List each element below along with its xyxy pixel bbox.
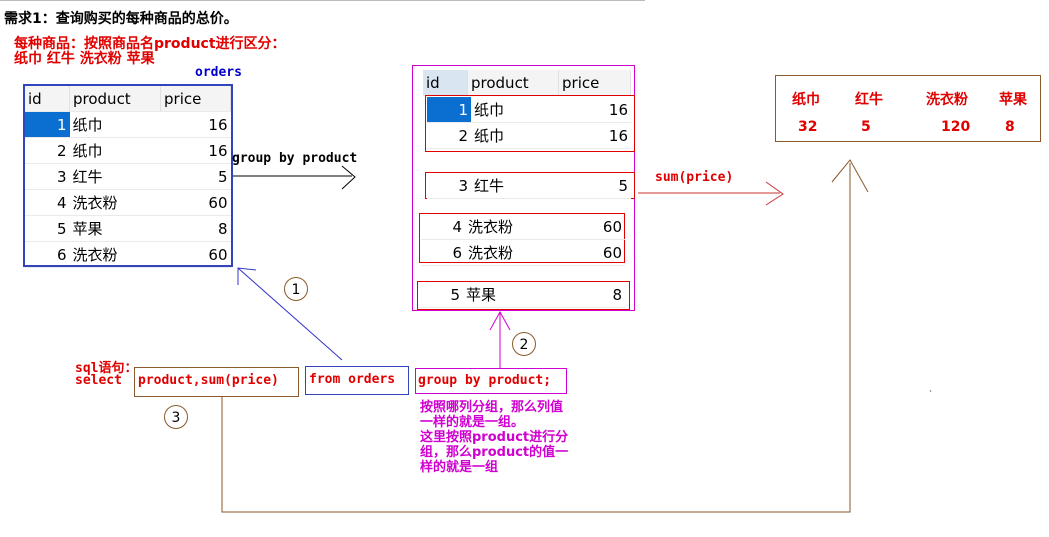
cell-price: 5 (160, 163, 231, 190)
result-total-redbull: 5 (861, 119, 871, 135)
cell-id: 5 (25, 215, 70, 242)
grouped-table-header: id product price (423, 70, 631, 96)
step-marker-3: 3 (164, 405, 188, 429)
cell-price: 60 (553, 239, 625, 266)
header-id: id (25, 86, 70, 112)
result-name-tissue: 纸巾 (792, 92, 820, 108)
cell-price: 5 (559, 173, 631, 199)
group-by-arrowhead (341, 165, 356, 190)
product-list: 纸巾 红牛 洗衣粉 苹果 (14, 51, 155, 67)
speck (929, 389, 932, 393)
note-line: 样的就是一组 (420, 460, 499, 475)
table-row: 3 红牛 5 (427, 173, 631, 199)
cell-product: 苹果 (463, 282, 553, 308)
table-row: 5 苹果 8 (25, 215, 231, 242)
cell-id: 4 (25, 189, 70, 216)
cell-product: 洗衣粉 (465, 214, 553, 240)
table-row: 6 洗衣粉 60 (421, 239, 625, 266)
cell-id: 6 (25, 241, 70, 268)
page-title: 需求1：查询购买的每种商品的总价。 (4, 11, 238, 27)
cell-id: 3 (25, 163, 70, 190)
cell-product: 纸巾 (69, 111, 161, 138)
table-row: 5 苹果 8 (419, 282, 625, 308)
note-line: 按照哪列分组，那么列值 (420, 400, 564, 415)
group-by-explanation: 按照哪列分组，那么列值 一样的就是一组。 这里按照product进行分 组，那么… (420, 400, 568, 475)
orders-table: id product price 1 纸巾 16 2 纸巾 16 3 红牛 5 … (25, 86, 231, 268)
cell-product: 苹果 (69, 215, 161, 242)
cell-id: 2 (427, 122, 471, 149)
cell-price: 16 (559, 122, 631, 149)
cell-price: 60 (160, 241, 231, 268)
sql-select-part: product,sum(price) (134, 367, 299, 397)
sql-from-part: from orders (305, 366, 409, 395)
orders-table-label: orders (195, 65, 242, 80)
cell-product: 洗衣粉 (69, 189, 161, 216)
header-price: price (160, 86, 231, 112)
table-row: 4 洗衣粉 60 (25, 189, 231, 216)
cell-product: 纸巾 (471, 97, 559, 123)
note-line: 组，那么product的值一 (420, 445, 569, 460)
cell-id: 1 (427, 97, 471, 123)
table-row: 4 洗衣粉 60 (421, 214, 625, 240)
cell-price: 60 (553, 214, 625, 240)
group-table-apple: 5 苹果 8 (419, 282, 625, 308)
cell-id: 3 (427, 173, 471, 199)
step-marker-2: 2 (512, 332, 536, 356)
sql-group-by-part: group by product; (415, 368, 567, 394)
sum-label: sum(price) (655, 170, 734, 185)
sql-from-text: from orders (309, 372, 396, 387)
step-marker-1: 1 (284, 277, 308, 301)
cell-product: 纸巾 (471, 122, 559, 149)
cell-price: 8 (160, 215, 231, 242)
header-id: id (423, 70, 468, 96)
group-table-redbull: 3 红牛 5 (427, 173, 631, 199)
cell-price: 16 (160, 111, 231, 138)
note-line: 这里按照product进行分 (420, 430, 569, 445)
cell-price: 60 (160, 189, 231, 216)
header-price: price (558, 70, 631, 96)
result-name-redbull: 红牛 (855, 92, 883, 108)
cell-id: 1 (25, 111, 70, 138)
table-row: 1 纸巾 16 (427, 97, 631, 123)
cell-price: 16 (160, 137, 231, 164)
header-product: product (467, 70, 559, 96)
table-row: 6 洗衣粉 60 (25, 241, 231, 268)
cell-product: 红牛 (69, 163, 161, 190)
table-row: 3 红牛 5 (25, 163, 231, 190)
result-name-detergent: 洗衣粉 (926, 92, 968, 108)
cell-product: 纸巾 (69, 137, 161, 164)
orders-header-row: id product price (25, 86, 231, 112)
table-row: 2 纸巾 16 (427, 122, 631, 149)
cell-product: 洗衣粉 (465, 239, 553, 266)
grouped-header-row: id product price (423, 70, 631, 96)
cell-id: 6 (421, 239, 465, 266)
sql-select-keyword: select (75, 373, 122, 388)
sql-group-by-text: group by product; (418, 373, 552, 388)
group-by-label: group by product (232, 151, 358, 166)
cell-price: 16 (559, 97, 631, 123)
table-row: 1 纸巾 16 (25, 111, 231, 138)
group-table-tissue: 1 纸巾 16 2 纸巾 16 (427, 97, 631, 149)
cell-id: 4 (421, 214, 465, 240)
result-total-apple: 8 (1005, 119, 1015, 135)
cell-id: 5 (419, 282, 463, 308)
cell-product: 洗衣粉 (69, 241, 161, 268)
cell-id: 2 (25, 137, 70, 164)
result-name-apple: 苹果 (999, 92, 1027, 108)
result-total-tissue: 32 (798, 119, 818, 135)
sql-select-text: product,sum(price) (138, 373, 279, 388)
table-row: 2 纸巾 16 (25, 137, 231, 164)
cell-price: 8 (553, 282, 625, 308)
cell-product: 红牛 (471, 173, 559, 199)
note-line: 一样的就是一组。 (420, 415, 525, 430)
result-total-detergent: 120 (941, 119, 971, 135)
header-product: product (69, 86, 161, 112)
group-table-detergent: 4 洗衣粉 60 6 洗衣粉 60 (421, 214, 625, 266)
